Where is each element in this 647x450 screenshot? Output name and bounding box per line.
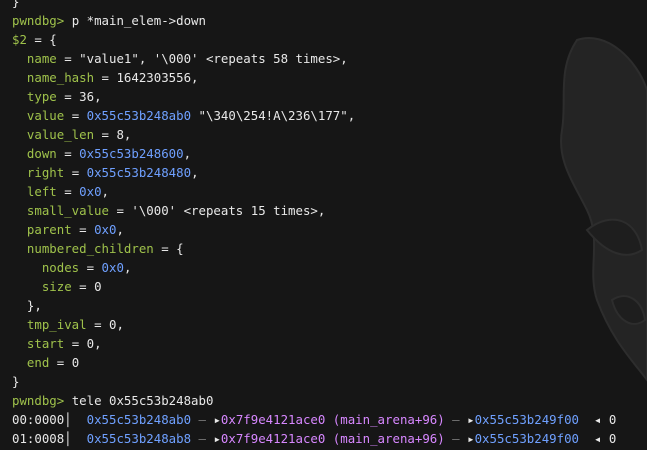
field-value: "value1", '\000' <repeats 58 times>, bbox=[79, 51, 348, 66]
field-name: name bbox=[26, 51, 57, 66]
tele-row: 00:0000│ 0x55c53b248ab0 — ▸0x7f9e4121ace… bbox=[12, 410, 647, 429]
field-name: right bbox=[26, 165, 65, 180]
field-value: 36, bbox=[79, 89, 102, 104]
field-name: end bbox=[26, 355, 50, 370]
result-header: $2 = { bbox=[12, 32, 57, 47]
arrow-right-icon: ▸ bbox=[213, 431, 221, 446]
prompt-line-1: pwndbg> p *main_elem->down bbox=[12, 11, 647, 30]
children-fields: nodes = 0x0, size = 0 bbox=[12, 258, 647, 296]
tele-separator: │ bbox=[64, 431, 87, 446]
struct-fields: name = "value1", '\000' <repeats 58 time… bbox=[12, 49, 647, 239]
dash: — bbox=[191, 431, 214, 446]
field-line: value = 0x55c53b248ab0 "\340\254!A\236\1… bbox=[26, 108, 356, 123]
child-field-line: size = 0 bbox=[41, 279, 102, 294]
result-var: $2 bbox=[12, 32, 27, 47]
children-close-line: }, bbox=[26, 298, 42, 313]
partial-brace-line: } bbox=[12, 0, 20, 9]
close-brace-line: } bbox=[12, 374, 20, 389]
field-value: , bbox=[123, 260, 132, 275]
prompt-line-2: pwndbg> tele 0x55c53b248ab0 bbox=[12, 391, 647, 410]
field-address: 0x55c53b248ab0 bbox=[86, 108, 192, 123]
tele-pointer: 0x7f9e4121ace0 (main_arena+96) bbox=[220, 431, 445, 446]
field-address: 0x0 bbox=[94, 222, 117, 237]
field-value: 0, bbox=[109, 317, 124, 332]
field-line: tmp_ival = 0, bbox=[26, 317, 124, 332]
prompt-label: pwndbg> bbox=[12, 13, 65, 28]
field-line: value_len = 8, bbox=[26, 127, 132, 142]
tele-value: 0 bbox=[608, 431, 617, 446]
field-line: name_hash = 1642303556, bbox=[26, 70, 199, 85]
field-value: , bbox=[191, 165, 199, 180]
field-line: name = "value1", '\000' <repeats 58 time… bbox=[26, 51, 348, 66]
dash: — bbox=[444, 431, 468, 446]
field-name: nodes bbox=[41, 260, 80, 275]
tele-offset: 00:0000 bbox=[12, 412, 65, 427]
dash: — bbox=[191, 412, 214, 427]
field-line: parent = 0x0, bbox=[26, 222, 124, 237]
field-name: value_len bbox=[26, 127, 95, 142]
field-name: parent bbox=[26, 222, 72, 237]
field-address: 0x55c53b248600 bbox=[79, 146, 184, 161]
arrow-left-icon: ◂ bbox=[579, 412, 609, 427]
field-value: , bbox=[116, 222, 124, 237]
field-name: down bbox=[26, 146, 57, 161]
field-name: name_hash bbox=[26, 70, 95, 85]
tele-row: 01:0008│ 0x55c53b248ab8 — ▸0x7f9e4121ace… bbox=[12, 429, 647, 448]
field-address: 0x0 bbox=[101, 260, 124, 275]
field-name: small_value bbox=[26, 203, 109, 218]
field-line: start = 0, bbox=[26, 336, 102, 351]
command-text: p *main_elem->down bbox=[71, 13, 206, 28]
prompt-label: pwndbg> bbox=[12, 393, 65, 408]
field-value: 0 bbox=[94, 279, 102, 294]
field-value: 1642303556, bbox=[116, 70, 199, 85]
field-line: right = 0x55c53b248480, bbox=[26, 165, 199, 180]
field-value: '\000' <repeats 15 times>, bbox=[131, 203, 326, 218]
field-address: 0x55c53b248480 bbox=[86, 165, 192, 180]
field-name: size bbox=[41, 279, 72, 294]
field-name: type bbox=[26, 89, 57, 104]
tele-address: 0x55c53b248ab8 bbox=[86, 431, 192, 446]
field-name: left bbox=[26, 184, 57, 199]
tele-value: 0 bbox=[608, 412, 617, 427]
field-line: down = 0x55c53b248600, bbox=[26, 146, 192, 161]
tele-pointer: 0x7f9e4121ace0 (main_arena+96) bbox=[220, 412, 445, 427]
field-value: 0 bbox=[71, 355, 80, 370]
tele-offset: 01:0008 bbox=[12, 431, 65, 446]
tele-next: 0x55c53b249f00 bbox=[474, 431, 579, 446]
field-value: , bbox=[101, 184, 110, 199]
dash: — bbox=[444, 412, 468, 427]
terminal-output: } pwndbg> p *main_elem->down $2 = { name… bbox=[12, 0, 647, 448]
field-line: small_value = '\000' <repeats 15 times>, bbox=[26, 203, 326, 218]
numbered-children-line: numbered_children = { bbox=[26, 241, 184, 256]
tele-separator: │ bbox=[64, 412, 87, 427]
field-line: left = 0x0, bbox=[26, 184, 110, 199]
arrow-left-icon: ◂ bbox=[579, 431, 609, 446]
child-field-line: nodes = 0x0, bbox=[41, 260, 132, 275]
field-name: tmp_ival bbox=[26, 317, 87, 332]
arrow-right-icon: ▸ bbox=[467, 431, 475, 446]
tele-next: 0x55c53b249f00 bbox=[474, 412, 579, 427]
telescope-output: 00:0000│ 0x55c53b248ab0 — ▸0x7f9e4121ace… bbox=[12, 410, 647, 448]
field-address: 0x0 bbox=[79, 184, 102, 199]
field-value: 8, bbox=[116, 127, 132, 142]
field-line: type = 36, bbox=[26, 89, 102, 104]
tail-fields: tmp_ival = 0, start = 0, end = 0 bbox=[12, 315, 647, 372]
command-text: tele 0x55c53b248ab0 bbox=[71, 393, 214, 408]
field-value: "\340\254!A\236\177", bbox=[191, 108, 356, 123]
field-value: , bbox=[183, 146, 192, 161]
field-name: value bbox=[26, 108, 65, 123]
tele-address: 0x55c53b248ab0 bbox=[86, 412, 192, 427]
field-line: end = 0 bbox=[26, 355, 80, 370]
arrow-right-icon: ▸ bbox=[213, 412, 221, 427]
field-value: 0, bbox=[86, 336, 102, 351]
field-name: start bbox=[26, 336, 65, 351]
arrow-right-icon: ▸ bbox=[467, 412, 475, 427]
